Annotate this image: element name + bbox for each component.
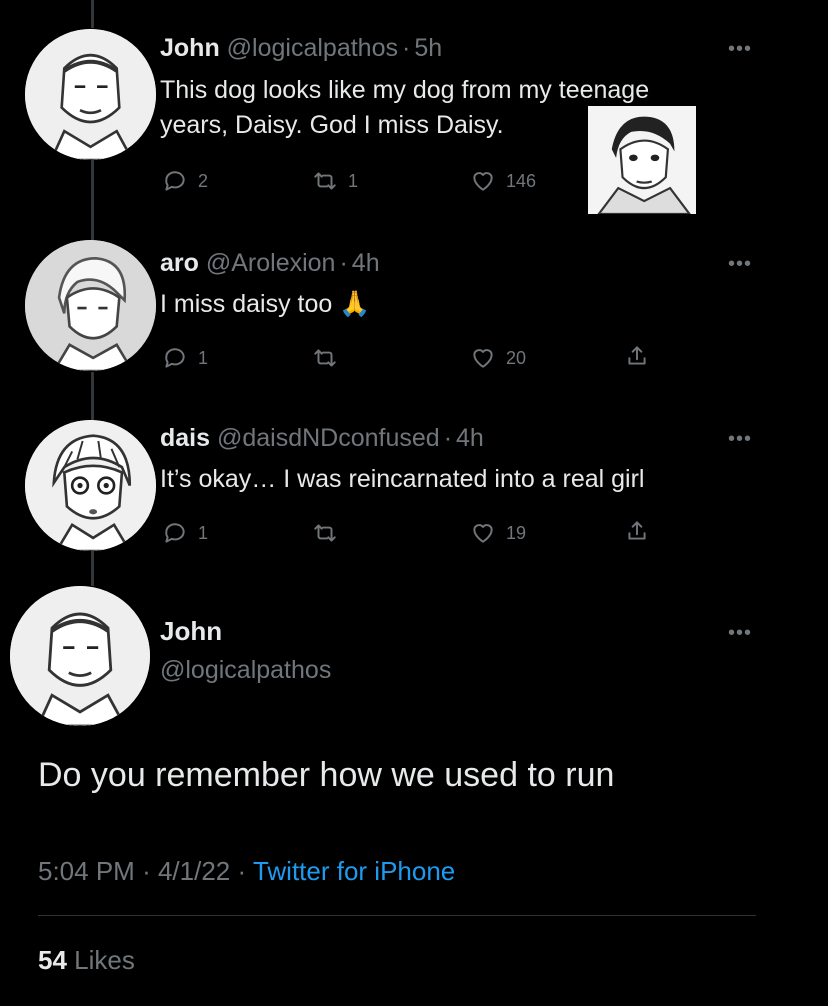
more-options-icon[interactable]: •••	[728, 623, 752, 643]
likes-count: 54	[38, 945, 67, 975]
author-name[interactable]: John	[160, 34, 220, 62]
retweet-button[interactable]	[312, 520, 348, 546]
retweet-button[interactable]	[312, 345, 348, 371]
author-name[interactable]: John	[160, 616, 222, 647]
thread-line	[91, 160, 94, 240]
like-icon	[473, 349, 493, 368]
manga-portrait-icon	[10, 586, 150, 726]
tweet-time[interactable]: 5h	[414, 34, 442, 62]
reply-count: 1	[198, 347, 209, 368]
tweet-time[interactable]: 4h	[456, 424, 484, 452]
separator: ·	[402, 34, 411, 62]
more-options-icon[interactable]: •••	[728, 39, 752, 59]
manga-portrait-icon	[25, 29, 156, 160]
avatar[interactable]	[25, 420, 156, 551]
author-handle[interactable]: @Arolexion	[206, 249, 336, 277]
retweet-button[interactable]: 1	[312, 168, 358, 194]
manga-portrait-icon	[25, 240, 156, 371]
share-icon	[628, 346, 646, 365]
tweet-text: It’s okay… I was reincarnated into a rea…	[160, 462, 645, 497]
reply-icon	[165, 171, 185, 191]
thread-line	[91, 550, 94, 586]
manga-portrait-icon	[25, 420, 156, 551]
folded-hands-emoji: 🙏	[339, 290, 371, 318]
like-count: 20	[506, 347, 527, 368]
like-count: 19	[506, 522, 527, 543]
likes-link[interactable]: 54 Likes	[38, 945, 135, 976]
tweet-text: I miss daisy too 🙏	[160, 287, 370, 322]
tweet-header: John @logicalpathos · 5h	[160, 34, 442, 63]
like-count: 146	[506, 170, 537, 191]
tweet-meta: 5:04 PM · 4/1/22 · Twitter for iPhone	[38, 856, 455, 887]
like-icon	[473, 524, 493, 543]
reply-button[interactable]: 1	[162, 520, 208, 546]
avatar[interactable]	[25, 240, 156, 371]
more-options-icon[interactable]: •••	[728, 429, 752, 449]
tweet-header: dais @daisdNDconfused · 4h	[160, 424, 484, 453]
separator: ·	[237, 856, 247, 886]
tweet-header: aro @Arolexion · 4h	[160, 249, 380, 278]
like-button[interactable]: 20	[470, 345, 526, 371]
share-button[interactable]	[624, 518, 650, 544]
share-button[interactable]	[624, 343, 650, 369]
separator: ·	[142, 856, 151, 886]
author-handle[interactable]: @logicalpathos	[160, 656, 331, 685]
tweet-date: 4/1/22	[157, 856, 231, 886]
reply-count: 1	[198, 522, 209, 543]
author-name[interactable]: aro	[160, 249, 199, 277]
tweet-text-content: It’s okay… I was reincarnated into a rea…	[160, 465, 645, 493]
author-handle[interactable]: @logicalpathos	[227, 34, 398, 62]
tweet-source-link[interactable]: Twitter for iPhone	[253, 856, 455, 886]
tweet-time: 5:04 PM	[38, 856, 135, 886]
retweet-icon	[314, 349, 336, 367]
author-handle[interactable]: @daisdNDconfused	[217, 424, 440, 452]
separator: ·	[339, 249, 348, 277]
like-button[interactable]: 146	[470, 168, 536, 194]
reply-icon	[165, 523, 185, 543]
like-icon	[473, 172, 493, 191]
retweet-icon	[314, 524, 336, 542]
attached-image[interactable]	[588, 106, 696, 214]
share-icon	[628, 521, 646, 540]
tweet-time[interactable]: 4h	[352, 249, 380, 277]
tweet-text-line: This dog looks like my dog from my teena…	[160, 76, 650, 104]
likes-label: Likes	[74, 945, 135, 975]
avatar[interactable]	[25, 29, 156, 160]
like-button[interactable]: 19	[470, 520, 526, 546]
tweet-text-content: I miss daisy too	[160, 290, 333, 318]
reply-count: 2	[198, 170, 209, 191]
thread-line	[91, 0, 94, 28]
divider	[38, 915, 756, 916]
more-options-icon[interactable]: •••	[728, 254, 752, 274]
separator: ·	[443, 424, 453, 452]
reply-icon	[165, 348, 185, 368]
avatar[interactable]	[10, 586, 150, 726]
thread-line	[91, 372, 94, 420]
retweet-count: 1	[348, 170, 359, 191]
retweet-icon	[314, 172, 336, 190]
main-tweet-text: Do you remember how we used to run	[38, 756, 615, 794]
reply-button[interactable]: 1	[162, 345, 208, 371]
reply-button[interactable]: 2	[162, 168, 208, 194]
author-name[interactable]: dais	[160, 424, 210, 452]
manga-character-image-icon	[588, 106, 696, 214]
